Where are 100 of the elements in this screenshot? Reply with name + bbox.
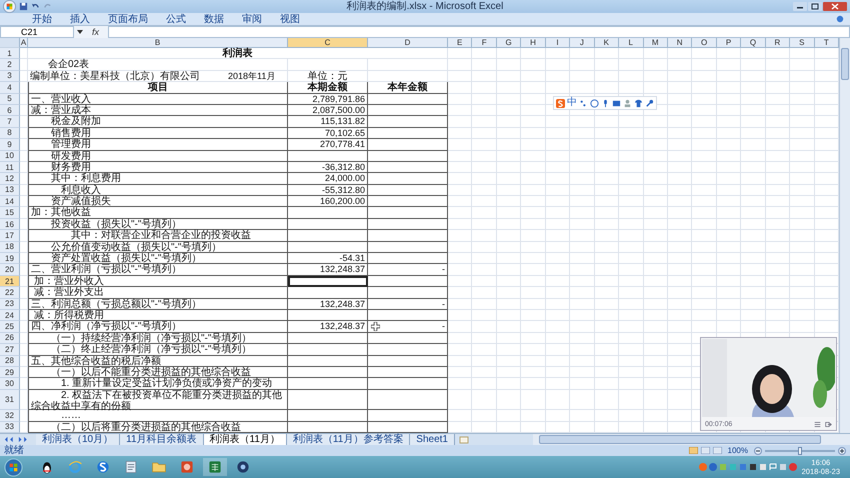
ribbon-tab[interactable]: 数据 [196,14,232,24]
dropdown-caret-icon[interactable] [77,30,83,34]
ribbon-tab[interactable]: 插入 [62,14,98,24]
table-cell[interactable]: -36,312.80 [288,162,368,174]
row-header[interactable]: 17 [0,230,20,242]
table-cell[interactable]: 160,200.00 [288,196,368,208]
table-cell[interactable] [288,356,368,367]
keyboard-icon[interactable] [612,98,621,108]
sogou-logo-icon[interactable] [556,98,565,108]
row-header[interactable]: 30 [0,378,20,390]
row-header[interactable]: 21 [0,276,20,288]
column-header[interactable]: L [619,38,644,48]
column-header[interactable]: E [448,38,472,48]
row-header[interactable]: 9 [0,139,20,151]
column-header[interactable]: T [814,38,839,48]
row-header[interactable]: 5 [0,94,20,105]
row-header[interactable]: 15 [0,207,20,219]
playlist-icon[interactable] [814,420,821,428]
punctuation-icon[interactable] [579,98,588,108]
table-cell[interactable] [288,276,368,288]
row-header[interactable]: 31 [0,390,20,410]
column-header[interactable]: M [644,38,668,48]
table-cell[interactable]: 132,248.37 [288,298,368,310]
zoom-in-icon[interactable] [838,446,846,454]
table-cell[interactable] [288,207,368,219]
insert-sheet-icon[interactable] [459,436,469,444]
ribbon-tab[interactable]: 审阅 [234,14,270,24]
row-header[interactable]: 7 [0,116,20,128]
table-cell[interactable] [288,390,368,410]
table-cell[interactable]: -55,312.80 [288,184,368,196]
row-header[interactable]: 24 [0,310,20,322]
close-icon[interactable] [823,2,847,11]
table-cell[interactable] [288,242,368,254]
column-header[interactable]: F [472,38,497,48]
sheet-tab[interactable]: 利润表（11月） [204,434,287,445]
row-header[interactable]: 10 [0,150,20,162]
table-cell[interactable]: 2,087,500.00 [288,104,368,116]
row-header[interactable]: 4 [0,82,20,94]
row-header[interactable]: 11 [0,162,20,174]
table-cell[interactable]: -54.31 [288,253,368,264]
row-header[interactable]: 22 [0,287,20,299]
row-header[interactable]: 29 [0,366,20,378]
maximize-icon[interactable] [808,2,822,11]
row-header[interactable]: 8 [0,128,20,140]
tray-icons-drawing[interactable] [698,462,798,472]
save-icon[interactable] [19,2,28,11]
row-header[interactable]: 33 [0,422,20,433]
column-header[interactable]: O [692,38,717,48]
row-header[interactable]: 19 [0,253,20,264]
table-cell[interactable] [288,378,368,390]
sheet-tab[interactable]: 利润表（11月）参考答案 [286,434,410,445]
row-header[interactable]: 18 [0,242,20,254]
minimize-icon[interactable] [793,2,807,11]
column-header[interactable]: P [716,38,742,48]
column-header[interactable]: A [20,38,28,48]
row-header[interactable]: 3 [0,70,20,82]
row-header[interactable]: 20 [0,264,20,276]
row-header[interactable]: 1 [0,48,20,60]
ribbon-tab[interactable]: 公式 [158,14,194,24]
wrench-icon[interactable] [645,98,654,108]
office-button-icon[interactable] [3,0,16,13]
column-header[interactable]: B [28,38,288,48]
table-cell[interactable] [288,310,368,322]
smiley-icon[interactable] [590,98,599,108]
row-header[interactable]: 23 [0,298,20,310]
select-all-button[interactable] [0,38,20,48]
row-header[interactable]: 25 [0,321,20,333]
row-header[interactable]: 12 [0,173,20,185]
row-header[interactable]: 28 [0,356,20,367]
table-cell[interactable]: 24,000.00 [288,173,368,185]
page-layout-icon[interactable] [700,447,710,454]
vertical-scrollbar[interactable] [839,38,850,433]
person-icon[interactable] [623,98,632,108]
table-cell[interactable]: 115,131.82 [288,116,368,128]
column-header[interactable]: J [570,38,595,48]
input-mode-toggle[interactable]: 中 [567,98,577,108]
table-cell[interactable]: 132,248.37 [288,264,368,276]
sheet-tab[interactable]: 11月科目余额表 [120,434,204,445]
exit-icon[interactable] [825,420,832,428]
column-header[interactable]: C [288,38,368,48]
column-header[interactable]: N [668,38,692,48]
table-cell[interactable] [288,287,368,299]
row-header[interactable]: 14 [0,196,20,208]
row-header[interactable]: 27 [0,344,20,356]
column-header[interactable]: R [766,38,790,48]
column-header[interactable]: D [368,38,448,48]
ribbon-tab[interactable]: 视图 [272,14,308,24]
table-cell[interactable]: 132,248.37 [288,321,368,333]
name-box[interactable]: C21 [0,26,74,38]
column-header[interactable]: I [546,38,570,48]
column-header[interactable]: H [521,38,546,48]
column-header[interactable]: S [790,38,815,48]
sheet-tab[interactable]: Sheet1 [410,434,455,445]
column-header[interactable]: Q [741,38,766,48]
horizontal-scrollbar[interactable] [533,434,850,445]
shirt-icon[interactable] [634,98,643,108]
table-cell[interactable]: 2,789,791.86 [288,94,368,105]
row-header[interactable]: 2 [0,59,20,71]
table-cell[interactable] [288,366,368,378]
table-cell[interactable] [288,150,368,162]
